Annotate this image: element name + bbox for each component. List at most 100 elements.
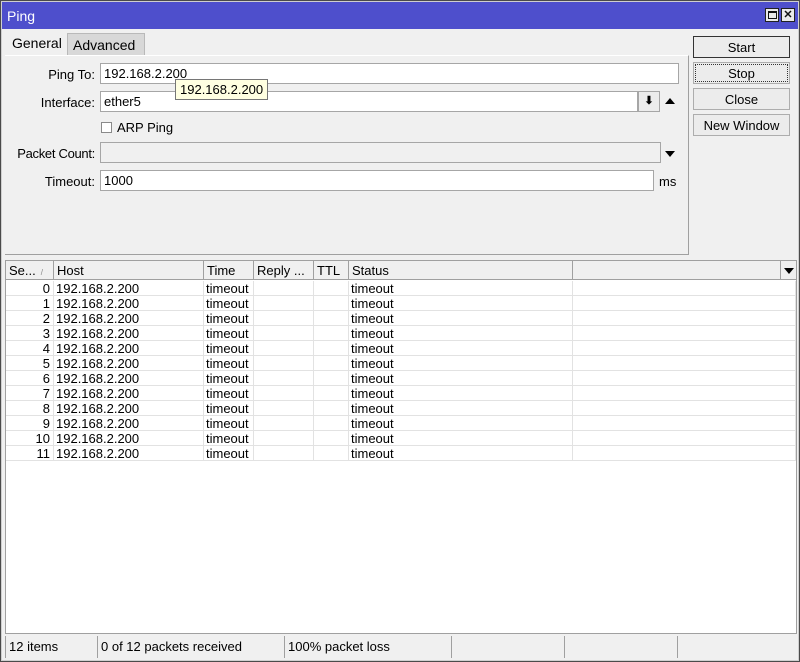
cell-reply [254,296,314,311]
cell-seq: 6 [6,371,54,386]
timeout-input[interactable]: 1000 [100,170,654,191]
cell-seq: 10 [6,431,54,446]
cell-host: 192.168.2.200 [54,431,204,446]
cell-seq: 4 [6,341,54,356]
column-header-host[interactable]: Host [54,261,204,280]
close-button[interactable]: Close [693,88,790,110]
table-row[interactable]: 9 192.168.2.200 timeout timeout [6,416,796,431]
cell-empty [573,401,796,416]
cell-ttl [314,281,349,296]
new-window-button[interactable]: New Window [693,114,790,136]
column-header-reply[interactable]: Reply ... [254,261,314,280]
table-row[interactable]: 4 192.168.2.200 timeout timeout [6,341,796,356]
close-icon: ✕ [783,8,793,21]
status-empty-3 [677,636,790,658]
cell-status: timeout [349,386,573,401]
column-menu-button[interactable] [780,261,796,280]
table-row[interactable]: 10 192.168.2.200 timeout timeout [6,431,796,446]
cell-seq: 5 [6,356,54,371]
cell-host: 192.168.2.200 [54,371,204,386]
cell-ttl [314,446,349,461]
status-packet-loss: 100% packet loss [284,636,451,658]
cell-time: timeout [204,326,254,341]
cell-host: 192.168.2.200 [54,401,204,416]
cell-reply [254,281,314,296]
cell-empty [573,296,796,311]
cell-empty [573,326,796,341]
cell-reply [254,386,314,401]
table-row[interactable]: 6 192.168.2.200 timeout timeout [6,371,796,386]
table-row[interactable]: 8 192.168.2.200 timeout timeout [6,401,796,416]
column-menu-icon [784,268,794,274]
cell-time: timeout [204,416,254,431]
maximize-button[interactable] [765,8,779,22]
column-header-empty [573,261,781,280]
cell-reply [254,446,314,461]
cell-empty [573,281,796,296]
cell-status: timeout [349,356,573,371]
arp-ping-checkbox[interactable] [101,122,112,133]
cell-reply [254,341,314,356]
cell-status: timeout [349,416,573,431]
cell-status: timeout [349,281,573,296]
cell-seq: 2 [6,311,54,326]
cell-host: 192.168.2.200 [54,446,204,461]
status-item-count: 12 items [5,636,97,658]
cell-seq: 9 [6,416,54,431]
tab-advanced[interactable]: Advanced [67,33,145,55]
column-header-ttl[interactable]: TTL [314,261,349,280]
table-row[interactable]: 7 192.168.2.200 timeout timeout [6,386,796,401]
interface-dropdown-button[interactable]: ⬇ [638,91,660,112]
collapse-up-icon[interactable] [665,98,675,104]
table-header: Se... / Host Time Reply ... TTL Status [6,261,796,280]
cell-empty [573,416,796,431]
status-empty-2 [564,636,677,658]
column-header-time[interactable]: Time [204,261,254,280]
packet-count-input[interactable] [100,142,661,163]
cell-ttl [314,371,349,386]
packet-count-label: Packet Count: [17,146,95,161]
cell-status: timeout [349,446,573,461]
cell-host: 192.168.2.200 [54,386,204,401]
start-button[interactable]: Start [693,36,790,58]
title-bar[interactable]: Ping ✕ [2,2,798,29]
column-header-status[interactable]: Status [349,261,573,280]
cell-empty [573,446,796,461]
ping-to-tooltip: 192.168.2.200 [175,79,269,100]
table-row[interactable]: 2 192.168.2.200 timeout timeout [6,311,796,326]
table-row[interactable]: 3 192.168.2.200 timeout timeout [6,326,796,341]
cell-host: 192.168.2.200 [54,296,204,311]
status-empty-1 [451,636,564,658]
table-row[interactable]: 0 192.168.2.200 timeout timeout [6,281,796,296]
stop-button[interactable]: Stop [693,62,790,84]
cell-status: timeout [349,311,573,326]
cell-reply [254,326,314,341]
interface-value: ether5 [104,94,141,109]
table-row[interactable]: 5 192.168.2.200 timeout timeout [6,356,796,371]
column-header-seq[interactable]: Se... / [6,261,54,280]
cell-ttl [314,356,349,371]
cell-host: 192.168.2.200 [54,341,204,356]
table-row[interactable]: 11 192.168.2.200 timeout timeout [6,446,796,461]
cell-host: 192.168.2.200 [54,281,204,296]
tab-general[interactable]: General [7,31,67,55]
expand-down-icon[interactable] [665,151,675,157]
table-row[interactable]: 1 192.168.2.200 timeout timeout [6,296,796,311]
cell-seq: 3 [6,326,54,341]
cell-empty [573,386,796,401]
cell-empty [573,311,796,326]
cell-host: 192.168.2.200 [54,416,204,431]
cell-ttl [314,311,349,326]
column-header-seq-label: Se... [9,263,36,278]
cell-time: timeout [204,281,254,296]
ping-window: Ping ✕ General Advanced Ping To: 192.168… [0,0,800,662]
maximize-icon [767,11,777,19]
cell-seq: 1 [6,296,54,311]
close-window-button[interactable]: ✕ [781,8,795,22]
sort-ascending-icon: / [40,268,43,277]
ping-to-label: Ping To: [48,67,95,82]
cell-host: 192.168.2.200 [54,356,204,371]
cell-reply [254,431,314,446]
cell-seq: 0 [6,281,54,296]
cell-time: timeout [204,296,254,311]
